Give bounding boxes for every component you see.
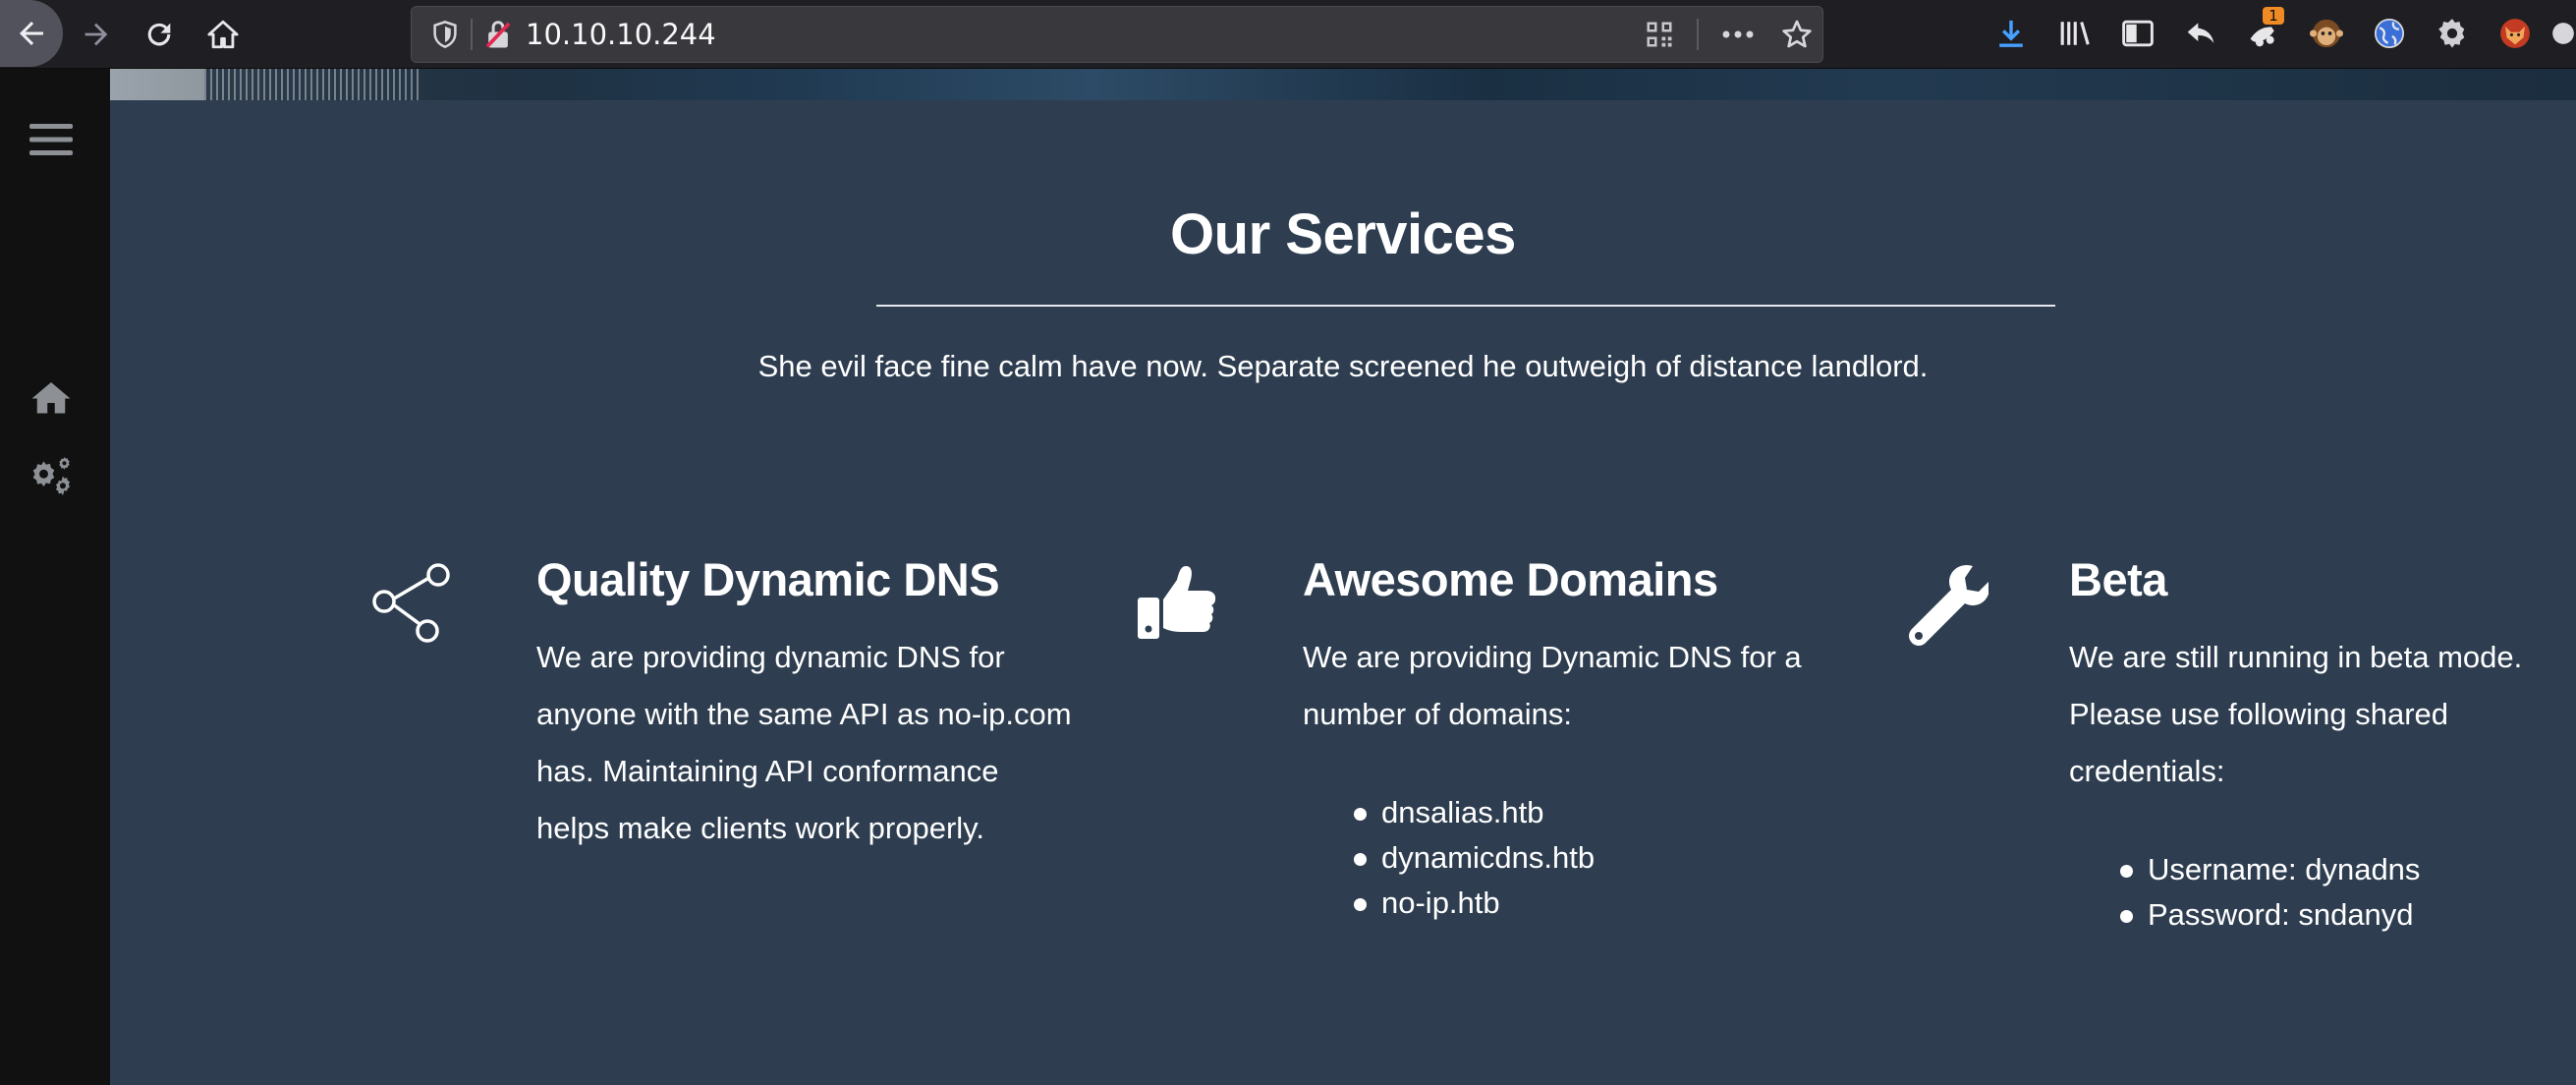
monkey-extension-icon[interactable] xyxy=(2307,14,2346,53)
globe-extension-icon[interactable] xyxy=(2370,14,2409,53)
description-line: number of domains: xyxy=(1303,697,1572,731)
back-button[interactable] xyxy=(0,0,63,67)
service-title-beta: Beta xyxy=(2069,553,2167,605)
wrench-icon xyxy=(1900,560,1990,649)
list-item: Password: sndanyd xyxy=(2120,892,2420,938)
service-description-awesome-domains: We are providing Dynamic DNS for a numbe… xyxy=(1303,629,1802,743)
description-line: We are still running in beta mode. xyxy=(2069,640,2523,674)
share-icon xyxy=(367,560,456,649)
description-line: credentials: xyxy=(2069,754,2225,788)
section-title: Our Services xyxy=(1170,202,1516,266)
thumbs-up-icon xyxy=(1132,560,1220,649)
overflow-icon[interactable] xyxy=(2550,14,2576,53)
list-item: no-ip.htb xyxy=(1354,881,1595,926)
reload-button[interactable] xyxy=(140,0,179,68)
address-bar[interactable]: 10.10.10.244 xyxy=(411,6,1823,63)
domain-list: dnsalias.htb dynamicdns.htb no-ip.htb xyxy=(1354,790,1595,926)
gears-icon[interactable] xyxy=(26,452,77,503)
description-line: Please use following shared xyxy=(2069,697,2449,731)
description-line: helps make clients work properly. xyxy=(536,811,984,845)
forward-icon xyxy=(84,23,108,45)
home-icon[interactable] xyxy=(26,371,77,423)
home-icon xyxy=(207,20,239,48)
service-title-awesome-domains: Awesome Domains xyxy=(1303,553,1718,605)
insecure-lock-icon[interactable] xyxy=(478,15,518,54)
reload-icon xyxy=(147,23,171,45)
header-image-strip xyxy=(110,69,2576,100)
description-line: We are providing Dynamic DNS for a xyxy=(1303,640,1802,674)
url-text[interactable]: 10.10.10.244 xyxy=(526,7,716,62)
list-item: Username: dynadns xyxy=(2120,847,2420,892)
gear-extension-icon[interactable] xyxy=(2433,14,2472,53)
reply-icon[interactable] xyxy=(2181,14,2220,53)
service-description-beta: We are still running in beta mode. Pleas… xyxy=(2069,629,2522,800)
description-line: has. Maintaining API conformance xyxy=(536,754,999,788)
hamburger-menu-icon[interactable] xyxy=(26,114,77,165)
credentials-list: Username: dynadns Password: sndanyd xyxy=(2120,847,2420,938)
description-line: anyone with the same API as no-ip.com xyxy=(536,697,1072,731)
bookmark-star-icon[interactable] xyxy=(1777,15,1817,54)
library-icon[interactable] xyxy=(2055,14,2095,53)
download-icon[interactable] xyxy=(1991,14,2031,53)
more-icon[interactable] xyxy=(1718,15,1758,54)
urlbar-separator xyxy=(1697,19,1699,50)
title-divider xyxy=(876,305,2055,307)
extension-badge: 1 xyxy=(2263,7,2284,25)
service-title-dynamic-dns: Quality Dynamic DNS xyxy=(536,553,1000,605)
fox-extension-icon[interactable] xyxy=(2495,14,2535,53)
forward-button[interactable] xyxy=(77,0,116,68)
urlbar-separator xyxy=(471,19,473,50)
description-line: We are providing dynamic DNS for xyxy=(536,640,1005,674)
list-item: dnsalias.htb xyxy=(1354,790,1595,835)
home-button[interactable] xyxy=(202,0,244,68)
section-subtitle: She evil face fine calm have now. Separa… xyxy=(757,349,1929,383)
browser-toolbar: 10.10.10.244 1 xyxy=(0,0,2576,69)
list-item: dynamicdns.htb xyxy=(1354,835,1595,881)
qr-code-icon[interactable] xyxy=(1640,15,1679,54)
service-description-dynamic-dns: We are providing dynamic DNS for anyone … xyxy=(536,629,1072,857)
sidebar-icon[interactable] xyxy=(2118,14,2157,53)
sidebar xyxy=(0,69,110,1085)
shield-icon[interactable] xyxy=(425,15,465,54)
back-icon xyxy=(20,22,43,45)
